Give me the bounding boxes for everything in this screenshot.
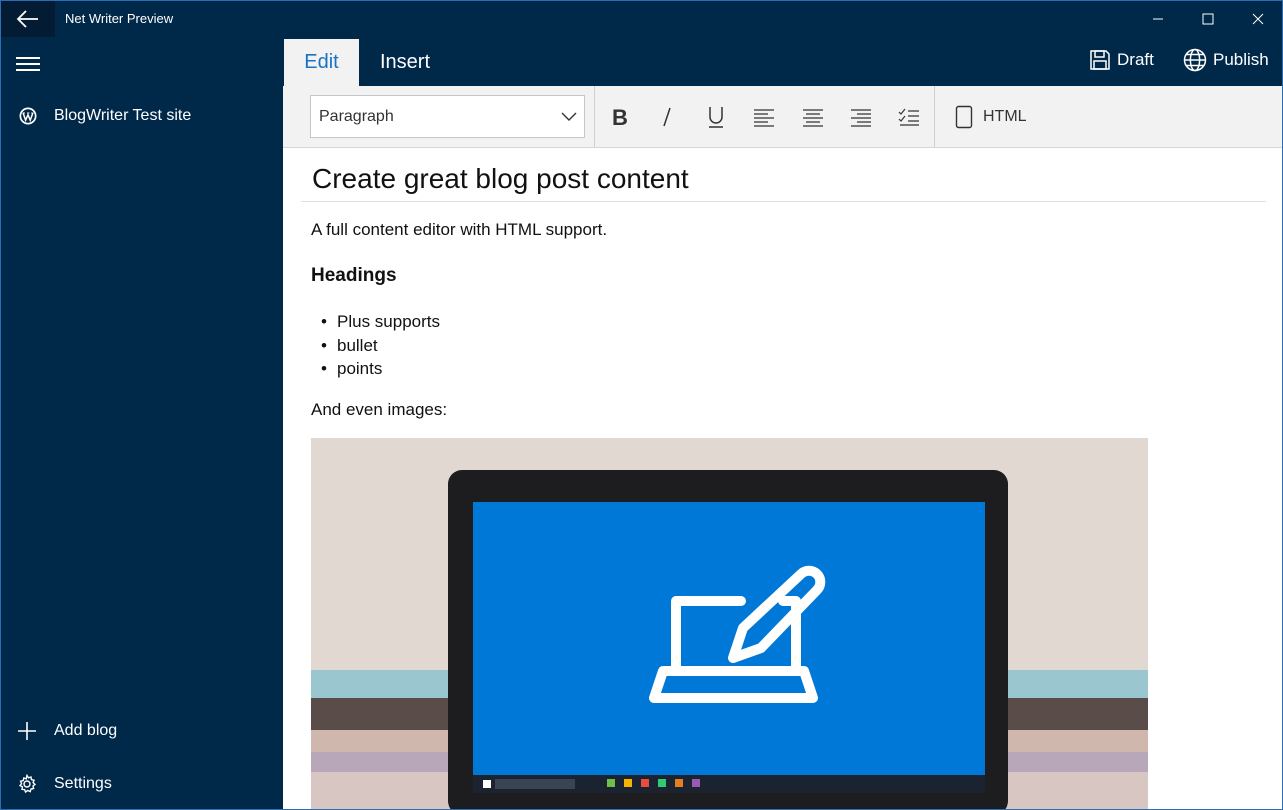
format-toolbar: Paragraph B HTML xyxy=(283,86,1282,148)
list-item: points xyxy=(321,359,440,383)
toolbar-divider xyxy=(594,86,595,148)
paragraph-style-dropdown[interactable]: Paragraph xyxy=(310,95,585,138)
minimize-icon xyxy=(1153,18,1163,20)
hamburger-menu-button[interactable] xyxy=(15,53,41,75)
bullet-list[interactable]: Plus supports bullet points xyxy=(321,312,440,383)
document-icon xyxy=(955,105,973,129)
draft-label: Draft xyxy=(1117,50,1154,69)
hamburger-icon xyxy=(16,57,40,71)
publish-label: Publish xyxy=(1213,50,1269,69)
laptop-photo xyxy=(311,438,1148,809)
body-heading[interactable]: Headings xyxy=(311,265,397,287)
align-center-icon xyxy=(803,109,823,127)
align-left-icon xyxy=(754,109,774,127)
post-title[interactable]: Create great blog post content xyxy=(312,163,689,195)
underline-icon xyxy=(709,107,723,128)
wordpress-icon xyxy=(19,107,37,130)
list-item: Plus supports xyxy=(321,312,440,336)
tab-insert[interactable]: Insert xyxy=(363,39,447,86)
paragraph-style-value: Paragraph xyxy=(319,108,394,125)
checklist-button[interactable] xyxy=(894,102,924,132)
back-button[interactable] xyxy=(1,1,55,37)
align-center-button[interactable] xyxy=(798,102,828,132)
body-paragraph[interactable]: A full content editor with HTML support. xyxy=(311,220,607,240)
chevron-down-icon xyxy=(561,112,577,121)
align-right-button[interactable] xyxy=(846,102,876,132)
plus-icon xyxy=(17,721,37,746)
editor-canvas[interactable]: Create great blog post content A full co… xyxy=(283,149,1282,809)
title-divider xyxy=(301,201,1266,202)
bold-icon: B xyxy=(612,106,628,128)
align-right-icon xyxy=(851,109,871,127)
inserted-image[interactable] xyxy=(311,438,1148,809)
sidebar-item-blog-label: BlogWriter Test site xyxy=(54,107,192,124)
html-view-button[interactable]: HTML xyxy=(955,102,1027,132)
save-icon xyxy=(1090,50,1110,70)
align-left-button[interactable] xyxy=(749,102,779,132)
html-label: HTML xyxy=(983,108,1027,125)
add-blog-button[interactable]: Add blog xyxy=(1,717,283,747)
italic-icon xyxy=(663,107,671,127)
settings-label: Settings xyxy=(54,775,112,792)
app-window: Net Writer Preview BlogWriter Test site … xyxy=(0,0,1283,810)
settings-button[interactable]: Settings xyxy=(1,770,283,800)
back-arrow-icon xyxy=(16,10,38,28)
draft-button[interactable]: Draft xyxy=(1089,47,1154,73)
globe-icon xyxy=(1183,48,1207,72)
maximize-icon xyxy=(1202,13,1214,25)
svg-text:B: B xyxy=(612,106,628,128)
italic-button[interactable] xyxy=(652,102,682,132)
underline-button[interactable] xyxy=(701,102,731,132)
minimize-button[interactable] xyxy=(1133,1,1183,37)
close-button[interactable] xyxy=(1233,1,1282,37)
sidebar: BlogWriter Test site Add blog Settings xyxy=(1,37,283,809)
title-bar: Net Writer Preview xyxy=(1,1,1282,37)
body-paragraph[interactable]: And even images: xyxy=(311,400,447,420)
sidebar-item-blog[interactable]: BlogWriter Test site xyxy=(1,101,283,131)
add-blog-label: Add blog xyxy=(54,722,118,739)
close-icon xyxy=(1252,13,1264,25)
editor-header: Edit Insert Draft Publish xyxy=(283,37,1282,86)
toolbar-divider xyxy=(934,86,935,148)
publish-button[interactable]: Publish xyxy=(1183,47,1269,73)
bold-button[interactable]: B xyxy=(604,102,634,132)
tab-edit[interactable]: Edit xyxy=(284,39,359,86)
list-item: bullet xyxy=(321,336,440,360)
maximize-button[interactable] xyxy=(1183,1,1233,37)
gear-icon xyxy=(17,773,37,799)
checklist-icon xyxy=(898,108,919,126)
app-title: Net Writer Preview xyxy=(65,11,174,26)
